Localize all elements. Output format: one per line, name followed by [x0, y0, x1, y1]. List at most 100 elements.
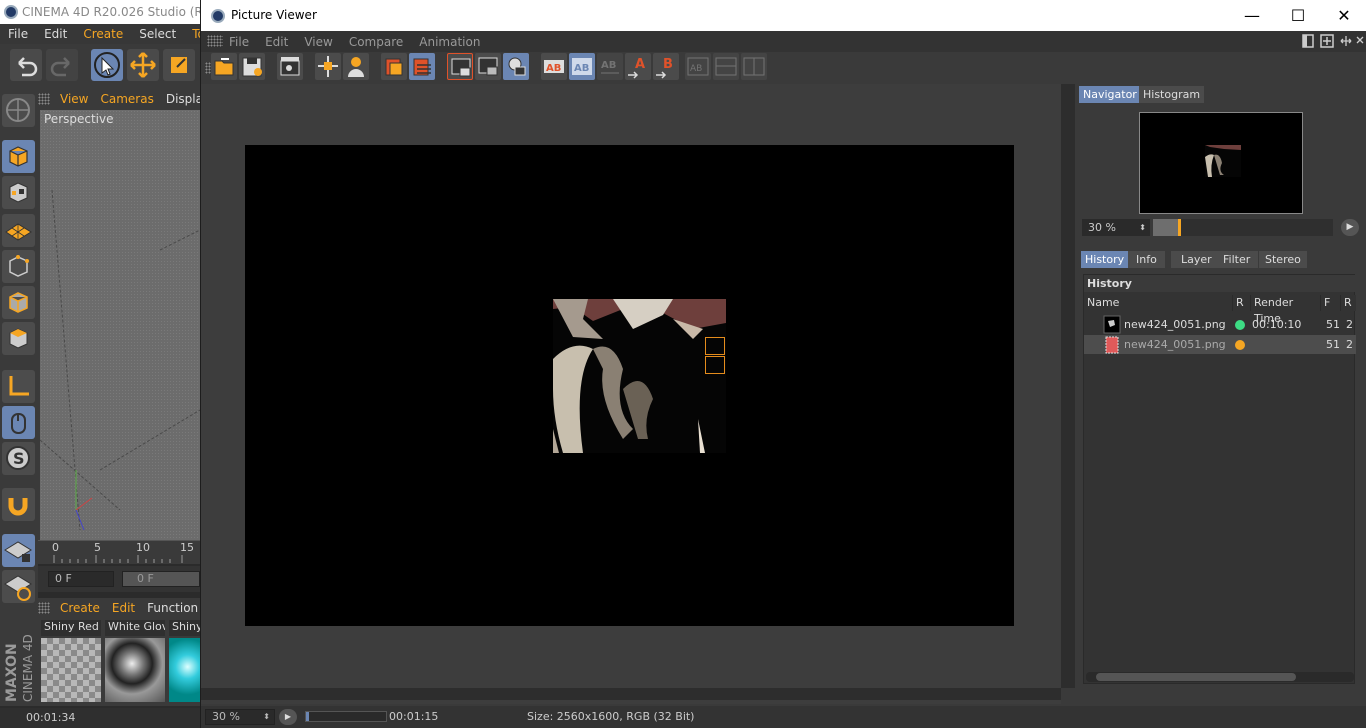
snap-button[interactable]: S [2, 442, 35, 475]
save-button[interactable] [239, 53, 265, 80]
navigator-preview[interactable] [1139, 112, 1303, 214]
compare-split-button[interactable]: AB [569, 53, 595, 80]
column-r[interactable]: R [1232, 295, 1250, 311]
zoom-slider-handle[interactable] [1178, 219, 1182, 236]
magnet-button[interactable] [2, 488, 35, 521]
select-tool-button[interactable] [91, 49, 123, 81]
material-name[interactable]: Shiny Red [41, 620, 101, 636]
tab-history[interactable]: History [1081, 251, 1129, 268]
status-zoom-field[interactable]: 30 % ⬍ [205, 709, 275, 725]
navigator-zoom-play-button[interactable]: ▶ [1341, 219, 1359, 236]
tab-navigator[interactable]: Navigator [1079, 86, 1141, 103]
play-button[interactable]: ▶ [279, 709, 297, 725]
svg-text:S: S [13, 449, 25, 468]
pv-menu-edit[interactable]: Edit [257, 35, 296, 49]
column-render-time[interactable]: Render Time [1250, 295, 1320, 325]
pv-menu-animation[interactable]: Animation [411, 35, 488, 49]
navigator-zoom-slider[interactable] [1153, 219, 1333, 236]
redo-button[interactable] [46, 49, 78, 81]
navigator-zoom-field[interactable]: 30 % ⬍ [1082, 219, 1150, 236]
history-horizontal-scrollbar[interactable] [1086, 672, 1354, 682]
menu-create[interactable]: Create [75, 27, 131, 41]
material-menu-create[interactable]: Create [54, 601, 106, 615]
history-row[interactable]: new424_0051.png 00:10:10 51 2 [1084, 315, 1356, 334]
layout-icons[interactable] [1301, 33, 1365, 49]
cube-icon [9, 146, 28, 167]
status-elapsed-time: 00:01:15 [389, 710, 439, 723]
timeline-ruler[interactable]: 0 5 10 15 [38, 540, 200, 564]
points-mode-button[interactable] [2, 250, 35, 283]
open-button[interactable] [211, 53, 237, 80]
render-queue-button[interactable] [409, 53, 435, 80]
stop-render-button[interactable] [381, 53, 407, 80]
pv-menu-compare[interactable]: Compare [341, 35, 411, 49]
edges-mode-button[interactable] [2, 286, 35, 319]
minimize-button[interactable]: — [1229, 0, 1275, 31]
scale-tool-button[interactable] [163, 49, 195, 81]
material-name[interactable]: Shiny [169, 620, 200, 636]
spinner-icon[interactable]: ⬍ [263, 710, 270, 724]
spinner-icon[interactable]: ⬍ [1139, 219, 1146, 236]
swap-ab-button[interactable]: AB [685, 53, 711, 80]
ab-vertical-button[interactable] [741, 53, 767, 80]
material-menu-edit[interactable]: Edit [106, 601, 141, 615]
copy-render-button[interactable] [503, 53, 529, 80]
tab-histogram[interactable]: Histogram [1139, 86, 1205, 103]
region-render-button[interactable] [447, 53, 473, 80]
tweak-mode-button[interactable] [2, 406, 35, 439]
column-name[interactable]: Name [1084, 295, 1232, 311]
workplane-mode-button[interactable] [2, 214, 35, 247]
set-a-button[interactable]: A [625, 53, 651, 80]
render-settings-button[interactable] [277, 53, 303, 80]
polygons-mode-button[interactable] [2, 322, 35, 355]
display-region-button[interactable] [475, 53, 501, 80]
horizontal-scrollbar[interactable] [201, 688, 1061, 700]
undo-button[interactable] [10, 49, 42, 81]
planar-workplane-button[interactable] [2, 570, 35, 603]
move-tool-button[interactable] [127, 49, 159, 81]
close-button[interactable]: ✕ [1321, 0, 1366, 31]
min-frame-field[interactable]: 0 F [122, 571, 200, 587]
frame-controls: 0 F 0 F [38, 566, 200, 592]
viewport-menu-cameras[interactable]: Cameras [94, 92, 159, 106]
right-side-panel: Navigator Histogram 30 % ⬍ ▶ History Inf… [1077, 84, 1366, 704]
material-swatch-white-glove[interactable] [105, 638, 165, 702]
menu-edit[interactable]: Edit [36, 27, 75, 41]
material-name[interactable]: White Glov [105, 620, 165, 636]
compare-ab-button[interactable]: AB [541, 53, 567, 80]
history-scroll-thumb[interactable] [1096, 673, 1296, 681]
compare-diff-button[interactable]: AB [597, 53, 623, 80]
tab-info[interactable]: Info [1128, 251, 1165, 268]
axis-mode-button[interactable] [2, 370, 35, 403]
material-swatch-shiny-red[interactable] [41, 638, 101, 702]
workplane-button[interactable] [2, 94, 35, 127]
flow-button[interactable] [315, 53, 341, 80]
menu-file[interactable]: File [0, 27, 36, 41]
tab-filter[interactable]: Filter [1215, 251, 1259, 268]
picture-viewer-titlebar: Picture Viewer — ☐ ✕ [201, 0, 1366, 31]
history-row[interactable]: new424_0051.png 51 2 [1084, 335, 1356, 354]
column-f[interactable]: F [1320, 295, 1340, 311]
pv-menu-view[interactable]: View [296, 35, 340, 49]
maximize-button[interactable]: ☐ [1275, 0, 1321, 31]
tick-label: 15 [180, 541, 194, 554]
image-canvas-area[interactable] [201, 84, 1061, 704]
column-r2[interactable]: R [1340, 295, 1356, 311]
menu-select[interactable]: Select [131, 27, 184, 41]
person-button[interactable] [343, 53, 369, 80]
viewport-menu-view[interactable]: View [54, 92, 94, 106]
current-frame-field[interactable]: 0 F [48, 571, 114, 587]
texture-mode-button[interactable] [2, 176, 35, 209]
status-zoom-value: 30 % [212, 710, 240, 723]
ab-horizontal-button[interactable] [713, 53, 739, 80]
lock-workplane-button[interactable] [2, 534, 35, 567]
vertical-scrollbar[interactable] [1061, 84, 1075, 688]
render-canvas[interactable] [245, 145, 1014, 626]
perspective-viewport[interactable]: Perspective [40, 110, 200, 540]
material-menu-function[interactable]: Function [141, 601, 204, 615]
set-b-button[interactable]: B [653, 53, 679, 80]
pv-menu-file[interactable]: File [221, 35, 257, 49]
model-mode-button[interactable] [2, 140, 35, 173]
material-swatch-shiny[interactable] [169, 638, 200, 702]
tab-stereo[interactable]: Stereo [1259, 251, 1307, 268]
